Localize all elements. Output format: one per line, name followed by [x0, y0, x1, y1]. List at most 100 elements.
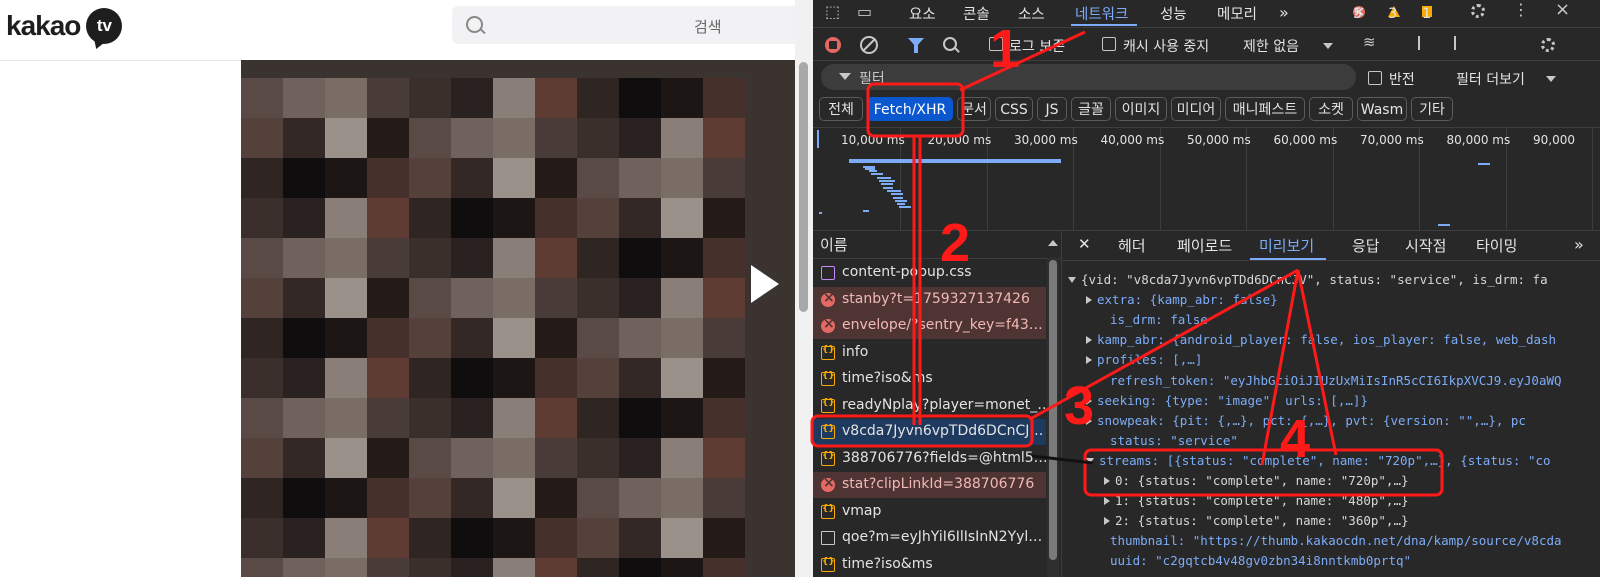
filter-chip-7[interactable]: 미디어	[1171, 97, 1221, 121]
network-settings-icon[interactable]	[1541, 38, 1555, 52]
filter-input[interactable]: 필터	[821, 64, 1356, 90]
timeline-request-bar	[869, 170, 877, 173]
filter-chip-8[interactable]: 매니페스트	[1225, 97, 1305, 121]
video-pixel	[283, 558, 325, 577]
tab-preview[interactable]: 미리보기	[1259, 235, 1314, 256]
device-toolbar-icon[interactable]: ▭	[857, 2, 872, 21]
filter-chip-4[interactable]: JS	[1037, 97, 1067, 121]
request-row[interactable]: time?iso&ms	[813, 552, 1046, 577]
network-conditions-icon[interactable]: ≋	[1363, 33, 1376, 51]
filter-chip-6[interactable]: 이미지	[1115, 97, 1167, 121]
invert-label: 반전	[1389, 72, 1415, 88]
throttle-select[interactable]: 제한 없음	[1243, 36, 1299, 56]
json-tree-node[interactable]: seeking: {type: "image", urls: [,…]}	[1086, 393, 1368, 408]
search-input[interactable]: 검색	[452, 6, 795, 44]
filter-chip-5[interactable]: 글꼴	[1071, 97, 1111, 121]
tab-initiator[interactable]: 시작점	[1405, 235, 1446, 256]
json-tree-node[interactable]: 0: {status: "complete", name: "720p",…}	[1104, 473, 1409, 488]
tab-timing[interactable]: 타이밍	[1476, 235, 1517, 256]
filter-chip-11[interactable]: 기타	[1411, 97, 1453, 121]
request-name: v8cda7Jyvn6vpTDd6DCnCJ…	[842, 423, 1044, 439]
settings-gear-icon[interactable]	[1471, 4, 1485, 18]
json-tree-node[interactable]: 1: {status: "complete", name: "480p",…}	[1104, 493, 1409, 508]
filter-chip-2[interactable]: 문서	[957, 97, 991, 121]
request-row[interactable]: vmap	[813, 499, 1046, 525]
play-icon[interactable]	[751, 265, 779, 303]
filter-chip-9[interactable]: 소켓	[1309, 97, 1353, 121]
request-row[interactable]: envelope/?sentry_key=f43…	[813, 313, 1046, 339]
export-har-icon[interactable]	[1454, 36, 1456, 50]
kakao-tv-logo[interactable]: kakao tv	[6, 6, 123, 46]
more-filters-chevron-icon[interactable]	[1546, 76, 1556, 82]
json-tree-node[interactable]: {vid: "v8cda7Jyvn6vpTDd6DCnCJV", status:…	[1068, 272, 1548, 287]
json-tree-node[interactable]: profiles: [,…]	[1086, 352, 1202, 367]
video-player[interactable]	[241, 60, 795, 577]
request-row[interactable]: stat?clipLinkId=388706776	[813, 472, 1046, 498]
request-list-header[interactable]: 이름	[813, 230, 1061, 259]
search-icon[interactable]	[466, 16, 483, 33]
json-tree-node[interactable]: streams: [{status: "complete", name: "72…	[1086, 453, 1551, 468]
json-tree-node[interactable]: extra: {kamp_abr: false}	[1086, 292, 1278, 307]
filter-chip-3[interactable]: CSS	[995, 97, 1033, 121]
page-scrollbar[interactable]	[795, 0, 814, 577]
tab-response[interactable]: 응답	[1352, 235, 1380, 256]
expand-right-icon[interactable]	[1104, 497, 1110, 506]
import-har-icon[interactable]	[1418, 36, 1420, 50]
sort-up-icon[interactable]	[1048, 240, 1058, 246]
timeline-request-bar	[863, 210, 869, 213]
expand-right-icon[interactable]	[1104, 477, 1110, 485]
expand-down-icon[interactable]	[1086, 457, 1094, 464]
name-column-header[interactable]: 이름	[820, 234, 848, 255]
video-pixel	[535, 198, 577, 238]
record-icon[interactable]	[825, 37, 841, 53]
kebab-menu-icon[interactable]: ⋮	[1513, 0, 1529, 19]
request-row[interactable]: content-popup.css	[813, 260, 1046, 286]
clear-icon[interactable]	[860, 36, 878, 54]
filter-icon[interactable]	[908, 38, 924, 53]
tab-memory[interactable]: 메모리	[1217, 3, 1257, 24]
request-row[interactable]: v8cda7Jyvn6vpTDd6DCnCJ…	[813, 419, 1046, 445]
more-tabs-icon[interactable]: »	[1279, 3, 1289, 22]
expand-right-icon[interactable]	[1086, 356, 1092, 365]
page-scrollbar-thumb[interactable]	[799, 62, 808, 312]
chevron-down-icon[interactable]	[1323, 43, 1333, 49]
tab-headers[interactable]: 헤더	[1118, 235, 1146, 256]
filter-chip-1[interactable]: Fetch/XHR	[867, 97, 953, 121]
tab-payload[interactable]: 페이로드	[1177, 235, 1232, 256]
expand-right-icon[interactable]	[1086, 336, 1092, 345]
devtools-tabbar: ⬚ ▭ 요소 콘솔 소스 네트워크 성능 메모리 » × 5 3 1 ⋮ ×	[813, 0, 1600, 28]
filter-chip-10[interactable]: Wasm	[1357, 97, 1407, 121]
inspect-element-icon[interactable]: ⬚	[825, 2, 840, 21]
request-row[interactable]: 388706776?fields=@html5…	[813, 446, 1046, 472]
tab-console[interactable]: 콘솔	[963, 3, 990, 24]
close-devtools-icon[interactable]: ×	[1555, 0, 1570, 20]
search-network-icon[interactable]	[943, 37, 957, 51]
json-tree-node[interactable]: kamp_abr: {android_player: false, ios_pl…	[1086, 332, 1556, 347]
invert-checkbox[interactable]	[1368, 71, 1382, 85]
disable-cache-checkbox[interactable]	[1102, 37, 1116, 51]
tab-sources[interactable]: 소스	[1018, 3, 1045, 24]
tab-network[interactable]: 네트워크	[1075, 3, 1128, 24]
tab-elements[interactable]: 요소	[909, 3, 936, 24]
filter-chip-0[interactable]: 전체	[819, 97, 863, 121]
request-list-scrollbar-thumb[interactable]	[1049, 260, 1057, 560]
close-detail-icon[interactable]: ✕	[1078, 235, 1091, 253]
request-row[interactable]: time?iso&ms	[813, 366, 1046, 392]
more-detail-tabs-icon[interactable]: »	[1574, 235, 1584, 254]
expand-right-icon[interactable]	[1104, 517, 1110, 526]
network-overview-timeline[interactable]: 10,000 ms 20,000 ms 30,000 ms 40,000 ms 50,0…	[813, 127, 1600, 231]
request-list-scrollbar[interactable]	[1047, 258, 1059, 577]
request-row[interactable]: qoe?m=eyJhYiI6IlIsInN2Yyl…	[813, 525, 1046, 551]
request-row[interactable]: stanby?t=1759327137426	[813, 286, 1046, 313]
expand-right-icon[interactable]	[1086, 296, 1092, 305]
expand-down-icon[interactable]	[1068, 277, 1076, 283]
timeline-request-bar	[893, 196, 903, 199]
timeline-label: 60,000 ms	[1273, 133, 1338, 147]
json-tree-node[interactable]: 2: {status: "complete", name: "360p",…}	[1104, 513, 1409, 528]
tab-performance[interactable]: 성능	[1160, 3, 1187, 24]
request-row[interactable]: info	[813, 340, 1046, 366]
json-text: kamp_abr: {android_player: false, ios_pl…	[1097, 332, 1557, 348]
more-filters-dropdown[interactable]: 필터 더보기	[1456, 69, 1525, 89]
video-pixel	[535, 398, 577, 438]
request-row[interactable]: readyNplay?player=monet_…	[813, 393, 1046, 419]
